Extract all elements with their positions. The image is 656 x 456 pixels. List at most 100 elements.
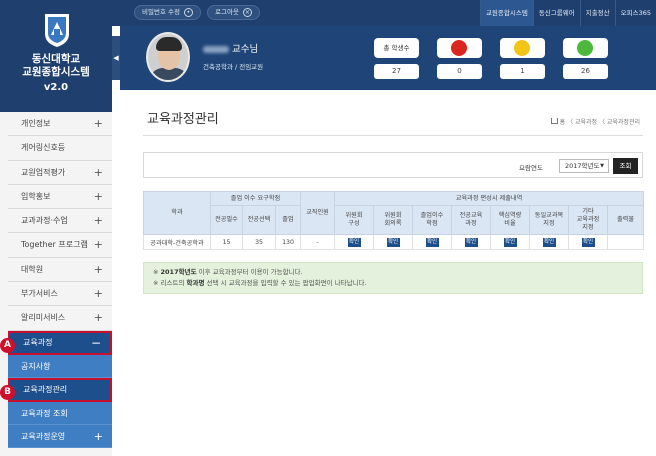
notice-line-2: ※ 리스트의 학과명 선택 시 교육과정을 입력할 수 있는 팝업화면이 나타납… [153,279,367,287]
marker-a: A [0,338,15,353]
header-dept: 학과 [143,191,211,235]
profile-title: 교수님 [232,44,259,55]
brand-version: v2.0 [43,82,69,93]
header-major-elective: 전공선택 [242,205,276,235]
sidebar-item-faculty-evaluation[interactable]: 교원업적평가 + [8,160,112,185]
total-students-count[interactable]: 27 [374,64,419,79]
yellow-signal-icon [514,40,530,56]
sidebar-item-curriculum[interactable]: 교육과정 − [8,330,112,355]
sidebar-item-notifications[interactable]: 알리미서비스 + [8,306,112,331]
blurred-name [203,46,229,53]
header-committee-comp: 위원회 구성 [334,205,374,235]
top-link-groupware[interactable]: 동신그룹웨어 [532,0,580,26]
confirm-committee-minutes-button[interactable]: 확인 [386,237,400,247]
expand-icon: + [93,287,103,301]
university-emblem-icon [45,14,69,47]
close-icon: × [242,8,252,17]
year-select[interactable]: 2017학년도 ▼ [559,159,609,173]
cell-dept-link[interactable]: 공과대학-건축공학과 [143,234,211,250]
header-major-course: 전공교육 과정 [451,205,491,235]
cell-major-required: 15 [210,234,243,250]
sidebar-subitem-notice[interactable]: 공지사항 [8,354,112,379]
expand-icon: + [93,214,103,228]
header-total: 졸업 [275,205,301,235]
expand-icon: + [93,165,103,179]
top-link-office365[interactable]: 오피스365 [614,0,656,26]
breadcrumb: 홈 〈 교육과정 〈 교육과정관리 [550,117,640,126]
header-submission: 교육과정 편성시 제출내역 [333,191,645,206]
search-button[interactable]: 조회 [613,158,638,174]
sidebar-subitem-curriculum-operation[interactable]: 교육과정운영 + [8,424,112,449]
logout-button[interactable]: 로그아웃 × [207,5,260,20]
sidebar-toggle-button[interactable]: ◀ [112,36,120,80]
header-faculty: 교직인원 [300,191,335,235]
yellow-signal-box [500,38,545,58]
marker-b: B [0,385,15,400]
expand-icon: + [93,238,103,252]
top-links: 교원종합시스템 동신그룹웨어 지출정산 오피스365 [479,0,656,26]
change-password-button[interactable]: 비밀번호 수정 • [134,5,201,20]
sidebar-item-extra-services[interactable]: 부가서비스 + [8,282,112,307]
expand-icon: + [93,117,103,130]
collapse-icon: − [90,335,101,350]
sidebar-item-courses[interactable]: 교과과정·수업 + [8,209,112,234]
red-signal-count[interactable]: 0 [437,64,482,79]
sidebar-nav: 개인정보 + 게어링신호등 교원업적평가 + 입학홍보 + 교과과정·수업 + Toge… [8,112,112,449]
confirm-core-competency-button[interactable]: 확인 [503,237,517,247]
dropdown-arrow-icon: ▼ [600,163,604,169]
header-committee-minutes: 위원회 회의록 [373,205,413,235]
confirm-same-course-button[interactable]: 확인 [542,237,556,247]
top-bar: 비밀번호 수정 • 로그아웃 × 교원종합시스템 동신그룹웨어 지출정산 오피스36… [112,0,656,26]
curriculum-table: 학과 졸업 이수 요구학점 교직인원 교육과정 편성시 제출내역 전공필수 전공… [143,191,645,250]
header-major-required: 전공필수 [210,205,243,235]
confirm-major-course-button[interactable]: 확인 [464,237,478,247]
cell-export [606,234,645,250]
top-link-faculty-system[interactable]: 교원종합시스템 [479,0,533,26]
confirm-other-course-button[interactable]: 확인 [581,237,595,247]
expand-icon: + [93,311,103,325]
lock-icon: • [183,8,193,17]
page-title: 교육과정관리 [147,112,219,127]
header-grad-credits: 졸업이수 학점 [412,205,452,235]
expand-icon: + [93,429,103,443]
brand-title-line1: 동신대학교 [31,53,81,65]
profile-department: 건축공학과 / 전임교원 [203,63,264,71]
header-other-course: 기타 교육과정 지정 [568,205,608,235]
avatar [146,32,190,82]
expand-icon: + [93,189,103,203]
filter-bar: 요람연도 2017학년도 ▼ 조회 [143,152,643,178]
sidebar-item-personal-info[interactable]: 개인정보 + [8,112,112,137]
brand-header: 동신대학교 교원종합시스템 v2.0 [0,0,112,112]
header-grad-req: 졸업 이수 요구학점 [210,191,301,206]
confirm-committee-comp-button[interactable]: 확인 [347,237,361,247]
green-signal-count[interactable]: 26 [563,64,608,79]
cell-faculty: - [300,234,335,250]
red-signal-icon [451,40,467,56]
home-icon[interactable] [550,118,558,124]
cell-major-elective: 35 [242,234,276,250]
notice-box: ※ 2017학년도 이후 교육과정부터 이용이 가능합니다. ※ 리스트의 학과… [143,262,643,294]
header-core-competency: 핵심역량 비율 [490,205,530,235]
brand-title: 동신대학교 교원종합시스템 [0,53,112,79]
header-same-course: 동일교과목 지정 [529,205,569,235]
sidebar-subitem-curriculum-manage[interactable]: 교육과정관리 [8,378,112,402]
notice-line-1: ※ 2017학년도 이후 교육과정부터 이용이 가능합니다. [153,268,303,276]
profile-band: 교수님 건축공학과 / 전임교원 총 학생수 27 0 1 26 [120,26,656,90]
year-filter-label: 요람연도 [519,164,543,172]
total-students-box: 총 학생수 [374,38,419,58]
green-signal-box [563,38,608,58]
green-signal-icon [577,40,593,56]
cell-total: 130 [275,234,301,250]
sidebar-item-caring-signal[interactable]: 게어링신호등 [8,136,112,161]
expand-icon: + [93,262,103,276]
main-content: 교육과정관리 홈 〈 교육과정 〈 교육과정관리 요람연도 2017학년도 ▼ 조… [120,90,656,456]
top-link-expense[interactable]: 지출정산 [579,0,615,26]
sidebar-item-together[interactable]: Together 프로그램 + [8,233,112,258]
yellow-signal-count[interactable]: 1 [500,64,545,79]
sidebar-item-graduate[interactable]: 대학원 + [8,257,112,283]
sidebar: 동신대학교 교원종합시스템 v2.0 개인정보 + 게어링신호등 교원업적평가 + … [0,0,112,456]
header-export: 출력물 [606,205,645,235]
confirm-grad-credits-button[interactable]: 확인 [425,237,439,247]
sidebar-item-admissions[interactable]: 입학홍보 + [8,184,112,210]
sidebar-subitem-curriculum-view[interactable]: 교육과정 조회 [8,401,112,425]
